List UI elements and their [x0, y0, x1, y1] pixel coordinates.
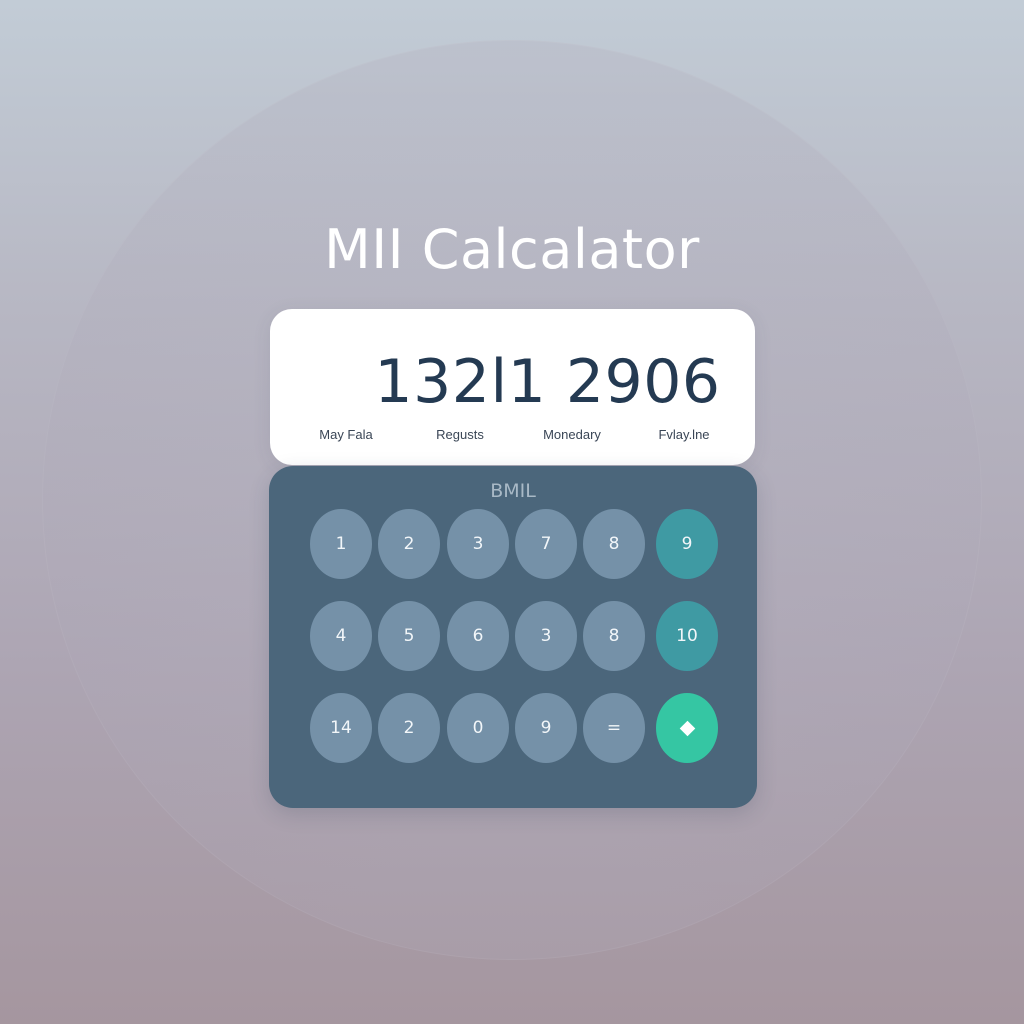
display-label-4: Fvlay.lne: [658, 427, 710, 442]
display-labels: May Fala Regusts Monedary Fvlay.lne: [270, 427, 755, 447]
key-10[interactable]: 10: [656, 601, 718, 671]
key-2[interactable]: 2: [378, 509, 440, 579]
key-3-second[interactable]: 3: [515, 601, 577, 671]
display-label-2: Regusts: [436, 427, 484, 442]
action-button[interactable]: [656, 693, 718, 763]
key-9[interactable]: 9: [656, 509, 718, 579]
equals-key[interactable]: =: [583, 693, 645, 763]
key-1[interactable]: 1: [310, 509, 372, 579]
key-4[interactable]: 4: [310, 601, 372, 671]
app-title: MII Calcalator: [324, 218, 700, 281]
keypad: BMIL 1 2 3 7 8 9 4 5 6 3 8 10 14 2 0 9 =: [269, 466, 757, 808]
key-8[interactable]: 8: [583, 509, 645, 579]
key-2-second[interactable]: 2: [378, 693, 440, 763]
diamond-icon: [679, 720, 695, 736]
display-label-3: Monedary: [543, 427, 601, 442]
key-0[interactable]: 0: [447, 693, 509, 763]
key-6[interactable]: 6: [447, 601, 509, 671]
display-panel: 132l1 2906 May Fala Regusts Monedary Fvl…: [270, 309, 755, 465]
key-5[interactable]: 5: [378, 601, 440, 671]
key-8-second[interactable]: 8: [583, 601, 645, 671]
key-9-second[interactable]: 9: [515, 693, 577, 763]
display-value: 132l1 2906: [374, 347, 721, 417]
display-label-1: May Fala: [319, 427, 373, 442]
keypad-label: BMIL: [490, 480, 536, 502]
key-3[interactable]: 3: [447, 509, 509, 579]
key-7[interactable]: 7: [515, 509, 577, 579]
key-14[interactable]: 14: [310, 693, 372, 763]
